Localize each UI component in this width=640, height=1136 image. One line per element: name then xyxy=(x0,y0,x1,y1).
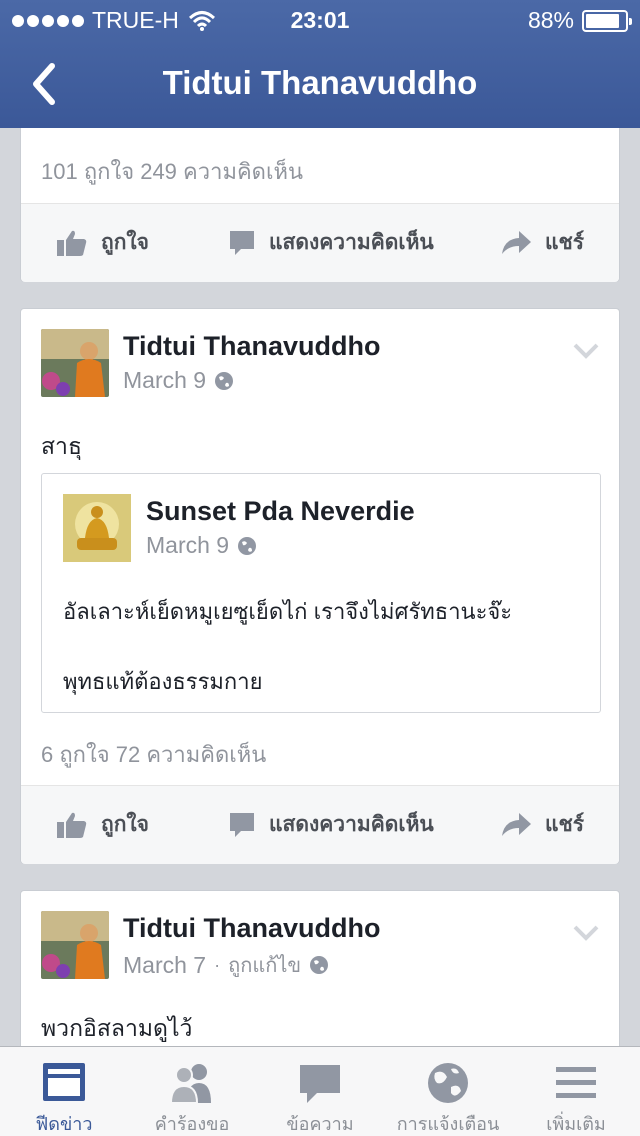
post-action-bar: ถูกใจ แสดงความคิดเห็น แชร์ xyxy=(21,786,619,864)
like-button[interactable]: ถูกใจ xyxy=(57,808,149,841)
globe-icon xyxy=(310,956,329,974)
chevron-down-icon[interactable] xyxy=(573,343,599,359)
post-date[interactable]: March 7 xyxy=(123,952,206,979)
globe-icon xyxy=(238,536,257,555)
messages-icon xyxy=(300,1065,340,1103)
friend-requests-icon xyxy=(169,1064,211,1104)
more-menu-icon xyxy=(556,1067,596,1098)
share-arrow-icon xyxy=(502,812,531,836)
shared-post-author[interactable]: Sunset Pda Neverdie xyxy=(146,496,415,527)
like-button[interactable]: ถูกใจ xyxy=(57,226,149,259)
tab-friend-requests[interactable]: คำร้องขอ xyxy=(128,1047,256,1136)
post-text: สาธุ xyxy=(41,433,82,459)
battery-icon xyxy=(582,9,632,32)
shared-post-text: อัลเลาะห์เย็ดหมูเยซูเย็ดไก่ เราจึงไม่ศรั… xyxy=(63,599,513,624)
post-meta: March 7 · ถูกแก้ไข xyxy=(123,949,329,981)
status-bar: TRUE-H 23:01 88% xyxy=(0,0,640,40)
post-author[interactable]: Tidtui Thanavuddho xyxy=(123,913,380,944)
share-button[interactable]: แชร์ xyxy=(501,226,584,259)
tab-more[interactable]: เพิ่มเติม xyxy=(512,1047,640,1136)
post-action-bar: ถูกใจ แสดงความคิดเห็น แชร์ xyxy=(21,204,619,282)
post-meta: March 9 xyxy=(123,367,234,394)
tab-bar: ฟีดข่าว คำร้องขอ ข้อความ การแจ้งเตือน เพ… xyxy=(0,1046,640,1136)
post-text: พวกอิสลามดูไว้ xyxy=(41,1015,193,1041)
tab-messages[interactable]: ข้อความ xyxy=(256,1047,384,1136)
chevron-down-icon[interactable] xyxy=(573,925,599,941)
comment-bubble-icon xyxy=(230,812,254,837)
avatar[interactable] xyxy=(41,911,109,979)
shared-post[interactable]: Sunset Pda Neverdie March 9 อัลเลาะห์เย็… xyxy=(41,473,601,713)
post-date[interactable]: March 9 xyxy=(123,367,206,394)
battery-percent: 88% xyxy=(527,7,574,33)
globe-icon xyxy=(215,371,234,390)
share-arrow-icon xyxy=(502,230,531,254)
post-counts[interactable]: 101 ถูกใจ 249 ความคิดเห็น xyxy=(41,154,303,189)
avatar[interactable] xyxy=(41,329,109,397)
post-author[interactable]: Tidtui Thanavuddho xyxy=(123,331,380,362)
tab-notifications[interactable]: การแจ้งเตือน xyxy=(384,1047,512,1136)
navigation-bar: Tidtui Thanavuddho xyxy=(0,40,640,128)
post-counts[interactable]: 6 ถูกใจ 72 ความคิดเห็น xyxy=(41,737,266,772)
news-feed-icon xyxy=(43,1063,85,1101)
comment-button[interactable]: แสดงความคิดเห็น xyxy=(229,226,434,259)
globe-notifications-icon xyxy=(428,1063,468,1103)
shared-post-meta: March 9 xyxy=(146,532,257,559)
shared-post-date[interactable]: March 9 xyxy=(146,532,229,559)
shared-post-text: พุทธแท้ต้องธรรมกาย xyxy=(63,669,263,694)
tab-news-feed[interactable]: ฟีดข่าว xyxy=(0,1047,128,1136)
post-card: Tidtui Thanavuddho March 9 สาธุ Sunset P… xyxy=(20,308,620,864)
separator-dot: · xyxy=(214,954,221,975)
comment-bubble-icon xyxy=(230,230,254,255)
shared-avatar[interactable] xyxy=(63,494,131,562)
post-card: 101 ถูกใจ 249 ความคิดเห็น ถูกใจ แสดงความ… xyxy=(20,118,620,282)
edited-label[interactable]: ถูกแก้ไข xyxy=(228,949,301,981)
page-title: Tidtui Thanavuddho xyxy=(162,64,478,101)
top-bar: TRUE-H 23:01 88% Tidtui Thanavuddho xyxy=(0,0,640,128)
thumbs-up-icon xyxy=(57,230,87,256)
comment-button[interactable]: แสดงความคิดเห็น xyxy=(229,808,434,841)
share-button[interactable]: แชร์ xyxy=(501,808,584,841)
thumbs-up-icon xyxy=(57,812,87,838)
